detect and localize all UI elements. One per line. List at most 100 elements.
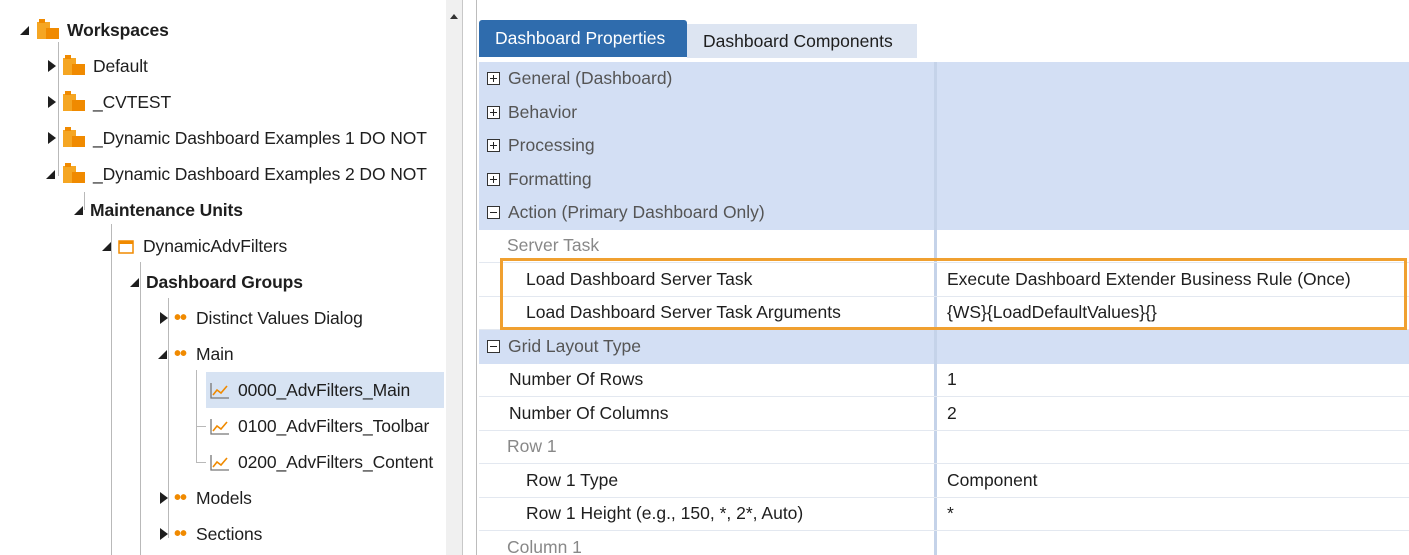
workspace-tree[interactable]: Workspaces Default _CVTEST _Dynamic Dash… <box>0 0 462 555</box>
tree-node-dashboard-groups[interactable]: Dashboard Groups <box>130 264 303 300</box>
category-label: Processing <box>508 135 595 156</box>
tree-label: DynamicAdvFilters <box>143 235 288 256</box>
tab-dashboard-properties[interactable]: Dashboard Properties <box>479 20 687 57</box>
subcategory-column-1: Column 1 <box>479 531 1409 555</box>
property-number-of-rows[interactable]: Number Of Rows 1 <box>479 363 1409 397</box>
property-label: Row 1 Type <box>526 469 619 490</box>
collapse-box-icon[interactable] <box>487 206 500 220</box>
collapse-arrow-icon[interactable] <box>158 349 168 359</box>
chart-icon <box>210 454 229 471</box>
collapse-arrow-icon[interactable] <box>46 169 56 179</box>
calendar-icon <box>118 239 134 254</box>
tab-dashboard-components[interactable]: Dashboard Components <box>687 24 917 58</box>
property-row-1-type[interactable]: Row 1 Type Component <box>479 464 1409 498</box>
expand-arrow-icon[interactable] <box>46 132 56 144</box>
category-label: Behavior <box>508 101 578 122</box>
property-load-server-task-arguments[interactable]: Load Dashboard Server Task Arguments {WS… <box>479 296 1409 330</box>
property-label: Row 1 Height (e.g., 150, *, 2*, Auto) <box>526 503 804 524</box>
category-formatting[interactable]: Formatting <box>479 162 1409 196</box>
subcategory-server-task: Server Task <box>479 229 1409 263</box>
expand-box-icon[interactable] <box>487 105 500 119</box>
collapse-arrow-icon[interactable] <box>102 241 112 251</box>
collapse-arrow-icon[interactable] <box>130 277 140 287</box>
tree-node-group[interactable]: •• Distinct Values Dialog <box>158 300 363 336</box>
tree-node-workspaces[interactable]: Workspaces <box>20 12 169 48</box>
category-label: General (Dashboard) <box>508 68 673 89</box>
subcategory-label: Column 1 <box>507 536 582 555</box>
category-action[interactable]: Action (Primary Dashboard Only) <box>479 196 1409 230</box>
subcategory-label: Server Task <box>507 235 600 256</box>
tree-node-maintenance-units[interactable]: Maintenance Units <box>74 192 243 228</box>
tree-node-dashboard-selected[interactable]: 0000_AdvFilters_Main <box>206 372 444 408</box>
property-number-of-columns[interactable]: Number Of Columns 2 <box>479 397 1409 431</box>
tree-node-workspace[interactable]: Default <box>46 48 148 84</box>
expand-arrow-icon[interactable] <box>158 312 168 324</box>
tree-node-dashboard[interactable]: 0200_AdvFilters_Content <box>206 444 433 480</box>
tree-label: 0000_AdvFilters_Main <box>238 379 411 400</box>
tree-node-group[interactable]: •• Sections <box>158 516 262 552</box>
expand-box-icon[interactable] <box>487 72 500 86</box>
tree-label: Models <box>196 487 252 508</box>
expand-box-icon[interactable] <box>487 172 500 186</box>
group-icon: •• <box>174 487 187 509</box>
property-label: Number Of Rows <box>509 369 644 390</box>
property-value[interactable]: 1 <box>947 369 957 390</box>
tree-label: Sections <box>196 523 263 544</box>
tree-line <box>140 262 141 555</box>
property-grid: General (Dashboard) Behavior Processing … <box>479 62 1409 555</box>
tree-label: _Dynamic Dashboard Examples 2 DO NOT <box>93 163 427 184</box>
workspace-icon <box>37 19 59 39</box>
collapse-arrow-icon[interactable] <box>20 25 30 35</box>
property-value[interactable]: * <box>947 503 954 524</box>
tree-node-workspace[interactable]: _Dynamic Dashboard Examples 2 DO NOT <box>46 156 427 192</box>
property-value[interactable]: Component <box>947 470 1037 491</box>
expand-arrow-icon[interactable] <box>46 96 56 108</box>
category-general[interactable]: General (Dashboard) <box>479 62 1409 96</box>
category-grid-layout[interactable]: Grid Layout Type <box>479 330 1409 364</box>
workspace-icon <box>63 55 85 75</box>
group-icon: •• <box>174 523 187 545</box>
tree-node-group[interactable]: •• Models <box>158 480 252 516</box>
tab-label: Dashboard Properties <box>495 28 666 48</box>
tree-line <box>196 426 206 427</box>
chart-icon <box>210 382 229 399</box>
category-label: Action (Primary Dashboard Only) <box>508 202 765 223</box>
tree-label: Default <box>93 55 148 76</box>
property-value[interactable]: 2 <box>947 403 957 424</box>
property-value[interactable]: {WS}{LoadDefaultValues}{} <box>947 302 1157 323</box>
tree-line <box>196 370 197 462</box>
tree-label: Maintenance Units <box>90 199 243 220</box>
property-row-1-height[interactable]: Row 1 Height (e.g., 150, *, 2*, Auto) * <box>479 497 1409 531</box>
chart-icon <box>210 418 229 435</box>
tree-scrollbar[interactable] <box>446 0 462 555</box>
expand-arrow-icon[interactable] <box>158 492 168 504</box>
tab-label: Dashboard Components <box>703 30 893 51</box>
expand-box-icon[interactable] <box>487 139 500 153</box>
collapse-arrow-icon[interactable] <box>74 205 84 215</box>
pane-splitter[interactable] <box>462 0 476 555</box>
category-label: Grid Layout Type <box>508 336 641 357</box>
tree-node-workspace[interactable]: _Dynamic Dashboard Examples 1 DO NOT <box>46 120 427 156</box>
tree-label: Main <box>196 343 234 364</box>
category-behavior[interactable]: Behavior <box>479 95 1409 129</box>
category-processing[interactable]: Processing <box>479 129 1409 163</box>
tree-label: Workspaces <box>67 19 169 40</box>
tree-node-group[interactable]: •• Main <box>158 336 234 372</box>
tree-label: Distinct Values Dialog <box>196 307 363 328</box>
subcategory-label: Row 1 <box>507 436 557 457</box>
scroll-up-icon[interactable] <box>450 14 458 19</box>
tree-label: 0100_AdvFilters_Toolbar <box>238 415 430 436</box>
property-label: Number Of Columns <box>509 402 669 423</box>
dashboard-editor: Dashboard Properties Dashboard Component… <box>476 0 1409 555</box>
expand-arrow-icon[interactable] <box>158 528 168 540</box>
tree-line <box>196 462 206 463</box>
collapse-box-icon[interactable] <box>487 340 500 354</box>
tree-node-maintenance-unit[interactable]: DynamicAdvFilters <box>102 228 287 264</box>
tree-label: _Dynamic Dashboard Examples 1 DO NOT <box>93 127 427 148</box>
expand-arrow-icon[interactable] <box>46 60 56 72</box>
tree-node-workspace[interactable]: _CVTEST <box>46 84 171 120</box>
property-value[interactable]: Execute Dashboard Extender Business Rule… <box>947 269 1351 290</box>
tree-node-dashboard[interactable]: 0100_AdvFilters_Toolbar <box>206 408 429 444</box>
group-icon: •• <box>174 343 187 365</box>
property-load-server-task[interactable]: Load Dashboard Server Task Execute Dashb… <box>479 263 1409 297</box>
